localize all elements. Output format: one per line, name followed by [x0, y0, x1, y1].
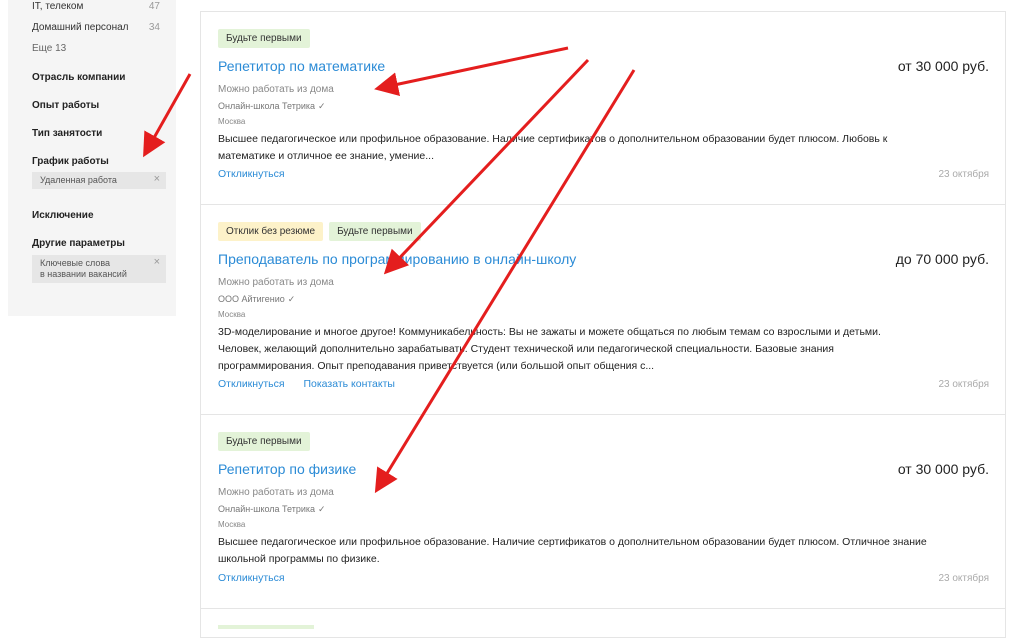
badge-be-first: Будьте первыми	[218, 29, 310, 48]
remote-label: Можно работать из дома	[218, 487, 334, 498]
remote-label: Можно работать из дома	[218, 84, 334, 95]
show-more-link[interactable]: Еще 13	[32, 43, 66, 54]
company-name-text: Онлайн-школа Тетрика	[218, 504, 316, 514]
vacancy-actions: Откликнуться	[218, 168, 301, 180]
section-company-industry[interactable]: Отрасль компании	[32, 72, 125, 83]
badge-be-first: Будьте первыми	[218, 432, 310, 451]
desc-line: программирования. Опыт преподавания прив…	[218, 360, 655, 372]
filter-item-count: 47	[148, 1, 160, 12]
section-experience[interactable]: Опыт работы	[32, 100, 99, 111]
vacancy-city: Москва	[218, 310, 246, 319]
keywords-filter-tag: Ключевые слова в названии вакансий ×	[32, 255, 166, 283]
desc-line: школьной программы по физике.	[218, 553, 380, 565]
check-icon: ✓	[287, 294, 296, 304]
vacancy-card: Будьте первыми Репетитор по математике о…	[200, 11, 1006, 205]
close-icon[interactable]: ×	[154, 257, 160, 268]
desc-line: 3D-моделирование и многое другое! Коммун…	[218, 326, 881, 338]
respond-link[interactable]: Откликнуться	[218, 168, 285, 180]
section-other-params[interactable]: Другие параметры	[32, 238, 125, 249]
tag-label: в названии вакансий	[40, 269, 127, 279]
badge-row: Отклик без резюме Будьте первыми	[218, 221, 427, 241]
check-icon: ✓	[318, 101, 326, 111]
vacancy-salary: от 30 000 руб.	[897, 461, 989, 477]
vacancy-city: Москва	[218, 117, 246, 126]
desc-line: Высшее педагогическое или профильное обр…	[218, 536, 927, 548]
company-name-text: ООО Айтигенио	[218, 294, 285, 304]
tag-label: Ключевые слова	[40, 258, 111, 268]
company-name-text: Онлайн-школа Тетрика	[218, 101, 316, 111]
check-icon: ✓	[318, 504, 326, 514]
badge-row: Будьте первыми	[218, 431, 316, 451]
filter-item-label: Домашний персонал	[32, 22, 129, 33]
vacancy-card: Отклик без резюме Будьте первыми Преподав…	[200, 204, 1006, 415]
vacancy-description: 3D-моделирование и многое другое! Коммун…	[218, 324, 988, 375]
respond-link[interactable]: Откликнуться	[218, 378, 285, 390]
vacancy-title-link[interactable]: Репетитор по физике	[218, 461, 356, 477]
vacancy-city: Москва	[218, 520, 246, 529]
filters-sidebar: IT, телеком 47 Домашний персонал 34 Еще …	[8, 0, 176, 316]
badge-row: Будьте первыми	[218, 28, 316, 48]
vacancy-date: 23 октября	[938, 573, 989, 584]
vacancy-date: 23 октября	[938, 379, 989, 390]
vacancy-title-link[interactable]: Репетитор по математике	[218, 58, 385, 74]
vacancy-salary: до 70 000 руб.	[895, 251, 989, 267]
desc-line: математике и отличное ее знание, умение.…	[218, 150, 434, 162]
filter-item-count: 34	[148, 22, 160, 33]
filter-item-label: IT, телеком	[32, 1, 84, 12]
filter-item-household[interactable]: Домашний персонал 34	[32, 22, 160, 33]
vacancy-date: 23 октября	[938, 169, 989, 180]
company-name[interactable]: Онлайн-школа Тетрика ✓	[218, 101, 326, 112]
desc-line: Человек, желающий дополнительно зарабаты…	[218, 343, 834, 355]
show-contacts-link[interactable]: Показать контакты	[303, 378, 395, 390]
company-name[interactable]: Онлайн-школа Тетрика ✓	[218, 504, 326, 515]
vacancy-salary: от 30 000 руб.	[897, 58, 989, 74]
vacancy-description: Высшее педагогическое или профильное обр…	[218, 131, 988, 165]
respond-link[interactable]: Откликнуться	[218, 572, 285, 584]
vacancy-card	[200, 608, 1006, 638]
close-icon[interactable]: ×	[154, 174, 160, 185]
company-name[interactable]: ООО Айтигенио ✓	[218, 294, 295, 305]
remote-label: Можно работать из дома	[218, 277, 334, 288]
desc-line: Высшее педагогическое или профильное обр…	[218, 133, 888, 145]
section-exclusion[interactable]: Исключение	[32, 210, 94, 221]
filter-item-it[interactable]: IT, телеком 47	[32, 1, 160, 12]
badge-be-first: Будьте первыми	[329, 222, 421, 241]
section-schedule[interactable]: График работы	[32, 156, 109, 167]
schedule-filter-tag: Удаленная работа ×	[32, 172, 166, 189]
vacancy-card: Будьте первыми Репетитор по физике от 30…	[200, 414, 1006, 609]
section-employment-type[interactable]: Тип занятости	[32, 128, 102, 139]
vacancy-description: Высшее педагогическое или профильное обр…	[218, 534, 988, 568]
badge-no-resume: Отклик без резюме	[218, 222, 324, 241]
vacancy-actions: Откликнуться	[218, 572, 301, 584]
vacancy-actions: Откликнуться Показать контакты	[218, 378, 411, 390]
vacancy-title-link[interactable]: Преподаватель по программированию в онла…	[218, 251, 576, 267]
tag-label: Удаленная работа	[40, 175, 117, 185]
vacancy-list: Будьте первыми Репетитор по математике о…	[200, 0, 1006, 638]
